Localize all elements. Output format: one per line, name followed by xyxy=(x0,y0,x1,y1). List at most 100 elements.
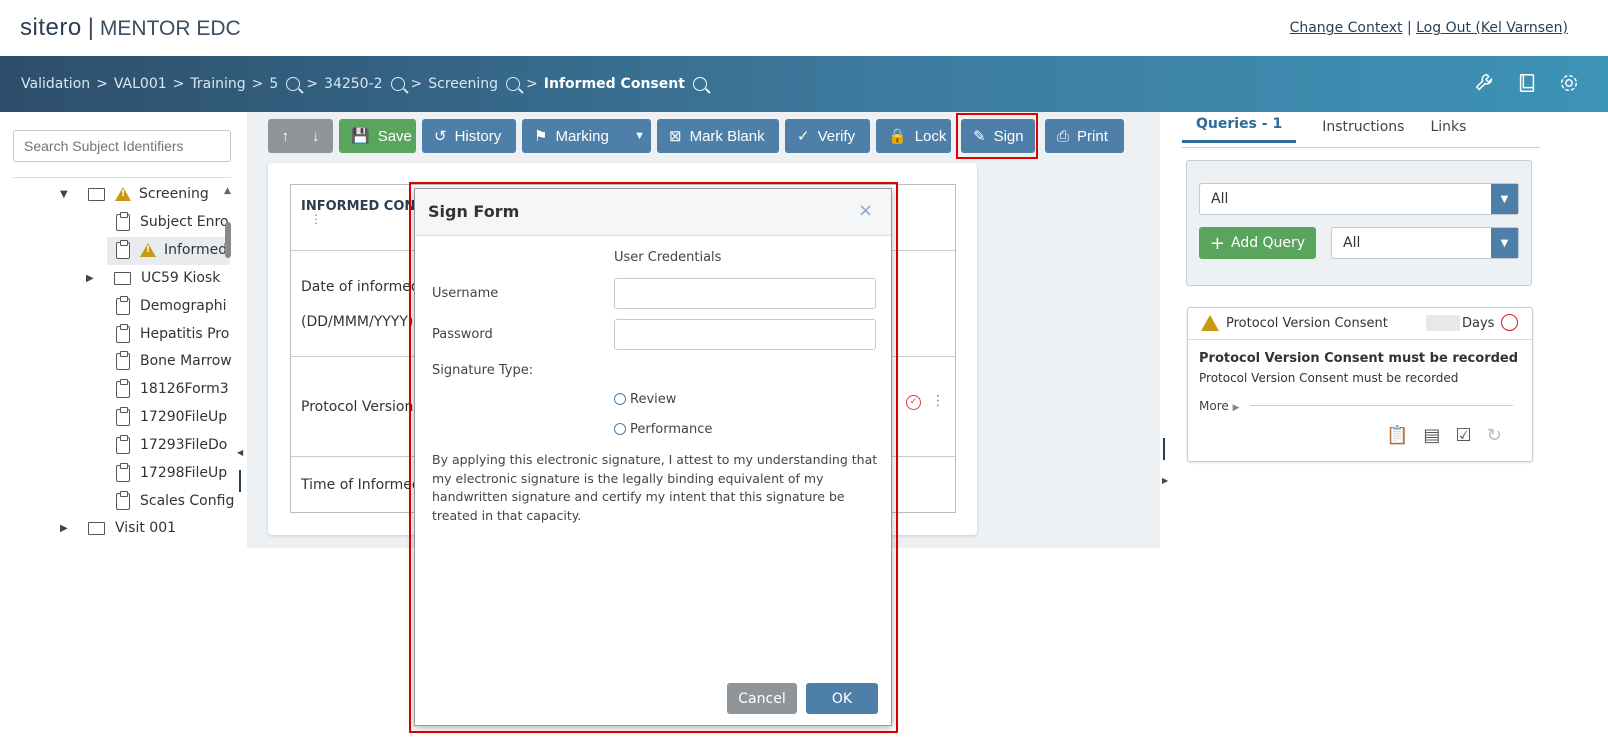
tree-item-demographics[interactable]: Demographi xyxy=(116,293,226,319)
tree-item-bone-marrow[interactable]: Bone Marrow xyxy=(116,348,232,374)
tree-item-hepatitis[interactable]: Hepatitis Pro xyxy=(116,321,229,347)
form-icon xyxy=(116,295,130,315)
days-label: Days xyxy=(1462,316,1495,331)
tree-item-informed-consent[interactable]: Informed xyxy=(116,237,227,263)
form-menu-icon[interactable]: ⋮ xyxy=(310,213,322,225)
logout-link[interactable]: Log Out (Kel Varnsen) xyxy=(1416,20,1568,36)
nav-icons xyxy=(1474,72,1580,94)
form-icon xyxy=(116,462,130,482)
warning-icon xyxy=(1201,315,1219,331)
query-heading: Protocol Version Consent must be recorde… xyxy=(1199,351,1519,366)
form-icon xyxy=(116,378,130,398)
collapse-right-icon[interactable]: ▶ xyxy=(1162,476,1168,485)
mark-blank-button[interactable]: ⊠ Mark Blank xyxy=(657,119,779,153)
close-icon[interactable]: × xyxy=(858,200,873,221)
gear-icon[interactable] xyxy=(1558,72,1580,94)
crumb-val001[interactable]: VAL001 xyxy=(114,76,167,92)
field-menu-icon[interactable]: ⋮ xyxy=(931,393,945,409)
site-search-icon[interactable] xyxy=(286,77,301,91)
password-input[interactable] xyxy=(614,319,876,350)
tree-item-uc59-kiosk[interactable]: ▶ UC59 Kiosk xyxy=(86,265,220,291)
caret-right-icon: ▶ xyxy=(1232,403,1240,413)
tree-item-subject-enrollment[interactable]: Subject Enro xyxy=(116,209,229,235)
form-icon xyxy=(116,406,130,426)
history-icon: ↺ xyxy=(434,128,447,145)
username-input[interactable] xyxy=(614,278,876,309)
crumb-validation[interactable]: Validation xyxy=(21,76,90,92)
change-context-link[interactable]: Change Context xyxy=(1290,20,1403,36)
navigate-buttons: ↑ ↓ xyxy=(268,119,333,153)
crumb-training[interactable]: Training xyxy=(190,76,245,92)
query-status-icon[interactable]: ✓ xyxy=(906,395,921,410)
password-label: Password xyxy=(432,327,493,342)
form-icon xyxy=(116,434,130,454)
subject-search-input[interactable] xyxy=(13,130,231,162)
field-label-date: Date of informed xyxy=(301,279,420,295)
query-status-select[interactable]: All ▼ xyxy=(1331,227,1519,259)
radio-review[interactable]: Review xyxy=(614,392,676,407)
lock-button[interactable]: 🔒 Lock xyxy=(876,119,951,153)
form-icon xyxy=(116,350,130,370)
document-icon[interactable]: ▤ xyxy=(1423,425,1440,446)
cancel-button[interactable]: Cancel xyxy=(727,683,797,714)
folder-open-icon xyxy=(88,187,105,201)
refresh-icon[interactable]: ↻ xyxy=(1487,425,1502,446)
tree-item-visit-001[interactable]: ▶ Visit 001 xyxy=(60,515,176,541)
radio-button[interactable] xyxy=(614,393,626,405)
caret-right-icon[interactable]: ▶ xyxy=(86,273,100,284)
tree-item-17298fileup[interactable]: 17298FileUp xyxy=(116,460,227,486)
breadcrumb: Validation > VAL001 > Training > 5 > 342… xyxy=(21,76,707,92)
add-query-button[interactable]: + Add Query xyxy=(1199,227,1316,259)
save-button[interactable]: 💾 Save xyxy=(339,119,416,153)
chevron-down-icon[interactable]: ▼ xyxy=(634,130,645,142)
tree-scrollbar[interactable] xyxy=(225,222,231,258)
tree-item-screening[interactable]: ▼Screening xyxy=(60,185,209,207)
form-search-icon[interactable] xyxy=(692,77,707,91)
book-icon[interactable] xyxy=(1516,72,1538,94)
field-label-time: Time of Informed xyxy=(301,477,421,493)
verify-button[interactable]: ✓ Verify xyxy=(785,119,870,153)
scroll-up-icon[interactable]: ▲ xyxy=(224,186,231,196)
query-title: Protocol Version Consent xyxy=(1226,316,1388,331)
tab-instructions[interactable]: Instructions xyxy=(1322,116,1404,135)
crumb-subject[interactable]: 34250-2 xyxy=(324,76,383,92)
ok-button[interactable]: OK xyxy=(806,683,878,714)
folder-icon xyxy=(88,521,105,535)
collapse-left-icon[interactable]: ◀ xyxy=(237,448,243,457)
tree-item-scales-config[interactable]: Scales Config xyxy=(116,488,234,514)
print-button[interactable]: ⎙ Print xyxy=(1045,119,1124,153)
arrow-up-icon[interactable]: ↑ xyxy=(282,128,290,145)
check-circle-icon: ✓ xyxy=(797,128,810,145)
document-check-icon[interactable]: ☑ xyxy=(1455,425,1471,446)
wrench-icon[interactable] xyxy=(1474,72,1496,94)
visit-search-icon[interactable] xyxy=(506,77,521,91)
caret-right-icon[interactable]: ▶ xyxy=(60,523,74,534)
marking-button[interactable]: ⚑ Marking ▼ xyxy=(522,119,651,153)
radio-button[interactable] xyxy=(614,423,626,435)
tab-queries[interactable]: Queries - 1 xyxy=(1182,116,1297,143)
radio-performance[interactable]: Performance xyxy=(614,422,712,437)
warning-icon xyxy=(140,243,156,257)
form-icon xyxy=(116,211,130,231)
crumb-site[interactable]: 5 xyxy=(269,76,278,92)
crumb-screening[interactable]: Screening xyxy=(428,76,498,92)
tree-item-17290fileup[interactable]: 17290FileUp xyxy=(116,404,227,430)
crumb-current: Informed Consent xyxy=(543,76,685,92)
caret-down-icon[interactable]: ▼ xyxy=(60,189,74,200)
query-filter-select[interactable]: All ▼ xyxy=(1199,183,1519,215)
tree-item-18126form3[interactable]: 18126Form3 xyxy=(116,376,229,402)
arrow-down-icon[interactable]: ↓ xyxy=(312,128,320,145)
tab-links[interactable]: Links xyxy=(1430,116,1466,135)
more-link[interactable]: More ▶ xyxy=(1199,399,1240,413)
query-text: Protocol Version Consent must be recorde… xyxy=(1199,371,1459,385)
brand-name: sitero xyxy=(20,14,82,41)
field-label-protocol: Protocol Version xyxy=(301,399,414,415)
history-button[interactable]: ↺ History xyxy=(422,119,516,153)
folder-icon xyxy=(114,271,131,285)
clipboard-edit-icon[interactable]: 📋 xyxy=(1386,425,1408,446)
save-icon: 💾 xyxy=(351,128,370,145)
subject-search-icon[interactable] xyxy=(390,77,405,91)
tree-item-17293filedo[interactable]: 17293FileDo xyxy=(116,432,227,458)
top-links: Change Context | Log Out (Kel Varnsen) xyxy=(1289,20,1568,36)
query-filter-panel xyxy=(1186,160,1532,286)
